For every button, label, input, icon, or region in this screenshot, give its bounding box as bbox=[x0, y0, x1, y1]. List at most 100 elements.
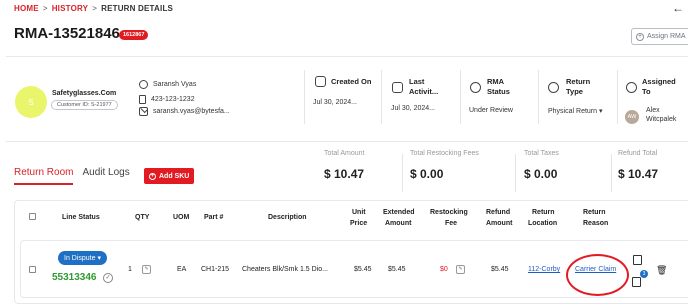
refund-total-value: $ 10.47 bbox=[618, 167, 659, 181]
order-number: 55313346 bbox=[52, 272, 97, 283]
header-return-location-2: Location bbox=[528, 220, 558, 227]
person-icon bbox=[626, 82, 637, 93]
cell-description: Cheaters Blk/Smk 1.5 Dio... bbox=[242, 266, 328, 273]
customer-id-badge: Customer ID: S-21977 bbox=[51, 100, 118, 110]
plus-circle-icon: + bbox=[636, 32, 644, 41]
breadcrumb-current: RETURN DETAILS bbox=[101, 4, 174, 13]
header-description: Description bbox=[268, 214, 307, 221]
return-type-label-1: Return bbox=[566, 77, 591, 86]
customer-company: Safetyglasses.Com bbox=[52, 90, 117, 97]
edit-restocking-icon[interactable]: ✎ bbox=[456, 265, 465, 274]
header-uom: UOM bbox=[173, 214, 190, 221]
breadcrumb: HOME > HISTORY > RETURN DETAILS bbox=[14, 4, 173, 13]
last-activity-label-1: Last bbox=[409, 77, 425, 86]
add-sku-button[interactable]: + Add SKU bbox=[144, 168, 195, 184]
rma-status-label-1: RMA bbox=[487, 77, 505, 86]
column-divider bbox=[460, 70, 461, 124]
cell-unit-price: $5.45 bbox=[354, 266, 372, 273]
column-divider bbox=[538, 70, 539, 124]
cell-part: CH1-215 bbox=[201, 266, 230, 273]
assignee-name-1: Alex bbox=[646, 107, 660, 114]
header-restocking-2: Fee bbox=[445, 220, 458, 227]
cell-ext-amount: $5.45 bbox=[388, 266, 406, 273]
highlight-circle bbox=[566, 254, 629, 296]
column-divider bbox=[381, 70, 382, 124]
header-qty: QTY bbox=[135, 214, 150, 221]
trash-icon[interactable]: 🗑 bbox=[656, 265, 667, 276]
created-on-label: Created On bbox=[331, 77, 372, 86]
totals-divider bbox=[515, 154, 516, 192]
calendar-icon bbox=[392, 82, 403, 93]
total-taxes-label: Total Taxes bbox=[524, 150, 559, 157]
last-activity-value: Jul 30, 2024... bbox=[391, 105, 435, 112]
total-restocking-value: $ 0.00 bbox=[410, 167, 444, 181]
select-all-checkbox[interactable] bbox=[29, 213, 36, 220]
check-circle-icon[interactable]: ✓ bbox=[103, 273, 113, 283]
header-restocking-1: Restocking bbox=[430, 209, 468, 216]
row-checkbox[interactable] bbox=[29, 266, 36, 273]
page-title: RMA-13521846 bbox=[14, 25, 120, 42]
assigned-to-label-1: Assigned bbox=[642, 77, 676, 86]
rma-badge: 1612867 bbox=[119, 30, 149, 40]
cell-uom: EA bbox=[177, 266, 187, 273]
breadcrumb-separator: > bbox=[42, 4, 48, 13]
contact-phone-row: 423-123-1232 bbox=[139, 95, 195, 104]
assigned-to-label-2: To bbox=[642, 87, 651, 96]
notes-count-badge: 3 bbox=[640, 270, 648, 278]
header-return-reason-2: Reason bbox=[583, 220, 609, 227]
rma-status-label-2: Status bbox=[487, 87, 510, 96]
total-taxes-value: $ 0.00 bbox=[524, 167, 558, 181]
total-amount-label: Total Amount bbox=[324, 150, 365, 157]
tab-audit-logs[interactable]: Audit Logs bbox=[82, 167, 129, 185]
header-part: Part # bbox=[204, 214, 224, 221]
contact-email[interactable]: saransh.vyas@bytesfa... bbox=[153, 108, 230, 115]
assign-rma-button[interactable]: + Assign RMA bbox=[631, 28, 688, 45]
refund-total-label: Refund Total bbox=[618, 150, 658, 157]
contact-name: Saransh Vyas bbox=[153, 81, 197, 88]
header-refund-2: Amount bbox=[486, 220, 513, 227]
header-unit-price-2: Price bbox=[350, 220, 368, 227]
cell-refund-amount: $5.45 bbox=[491, 266, 509, 273]
tab-bar: Return Room Audit Logs bbox=[14, 167, 130, 185]
mail-icon bbox=[139, 107, 148, 116]
total-restocking-label: Total Restocking Fees bbox=[410, 150, 479, 157]
image-icon[interactable] bbox=[633, 255, 642, 265]
notes-icon[interactable] bbox=[632, 277, 641, 287]
header-ext-amount-2: Amount bbox=[385, 220, 412, 227]
column-divider bbox=[617, 70, 618, 124]
return-type-dropdown[interactable]: Physical Return ▾ bbox=[548, 107, 602, 115]
contact-name-row: Saransh Vyas bbox=[139, 80, 196, 89]
plus-circle-icon: + bbox=[149, 172, 156, 180]
header-line-status: Line Status bbox=[62, 214, 100, 221]
return-type-label-2: Type bbox=[566, 87, 583, 96]
edit-qty-icon[interactable]: ✎ bbox=[142, 265, 151, 274]
contact-phone: 423-123-1232 bbox=[151, 96, 195, 103]
trend-icon bbox=[548, 82, 559, 93]
phone-icon bbox=[139, 95, 146, 104]
tab-return-room[interactable]: Return Room bbox=[14, 167, 74, 185]
assign-rma-label: Assign RMA bbox=[647, 33, 686, 40]
add-sku-label: Add SKU bbox=[159, 172, 190, 180]
rma-status-value: Under Review bbox=[469, 107, 513, 114]
header-return-location-1: Return bbox=[532, 209, 555, 216]
person-icon bbox=[139, 80, 148, 89]
assignee-avatar: AW bbox=[625, 110, 639, 124]
total-amount-value: $ 10.47 bbox=[324, 167, 365, 181]
line-status-dropdown[interactable]: In Dispute ▾ bbox=[58, 251, 107, 265]
breadcrumb-separator: > bbox=[92, 4, 98, 13]
created-on-value: Jul 30, 2024... bbox=[313, 99, 357, 106]
breadcrumb-history-link[interactable]: HISTORY bbox=[52, 4, 89, 13]
column-divider bbox=[304, 70, 305, 124]
totals-divider bbox=[611, 154, 612, 192]
back-arrow-icon[interactable]: ← bbox=[672, 1, 684, 15]
customer-avatar: S bbox=[15, 86, 47, 118]
header-ext-amount-1: Extended bbox=[383, 209, 415, 216]
breadcrumb-home-link[interactable]: HOME bbox=[14, 4, 39, 13]
cell-restocking-fee: $0 bbox=[440, 266, 448, 273]
totals-divider bbox=[402, 154, 403, 192]
contact-email-row: saransh.vyas@bytesfa... bbox=[139, 107, 230, 116]
trend-icon bbox=[470, 82, 481, 93]
assignee-name-2: Witcpalek bbox=[646, 116, 677, 123]
return-location-link[interactable]: 112-Corby bbox=[528, 266, 560, 273]
header-refund-1: Refund bbox=[486, 209, 511, 216]
